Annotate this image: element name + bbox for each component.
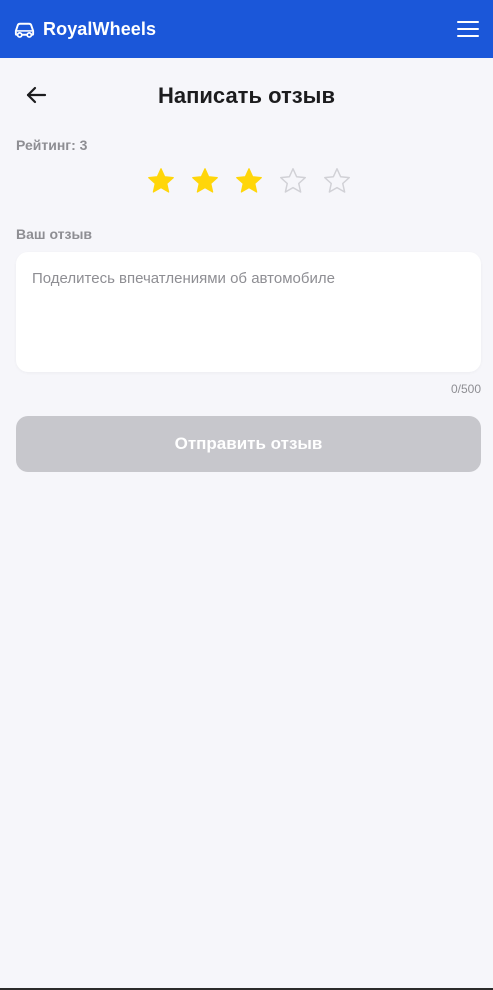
star-filled-icon[interactable] — [190, 166, 220, 196]
menu-line — [457, 21, 479, 23]
review-textarea[interactable] — [16, 252, 481, 372]
arrow-left-icon[interactable] — [24, 84, 48, 106]
character-counter: 0/500 — [450, 382, 481, 396]
star-filled-icon[interactable] — [146, 166, 176, 196]
star-rating-selector — [146, 166, 352, 196]
menu-line — [457, 28, 479, 30]
rating-label: Рейтинг: 3 — [16, 137, 88, 153]
page-title: Написать отзыв — [158, 83, 335, 108]
page-header: Написать отзыв — [0, 80, 493, 112]
star-empty-icon[interactable] — [278, 166, 308, 196]
menu-line — [457, 35, 479, 37]
star-filled-icon[interactable] — [234, 166, 264, 196]
submit-review-button[interactable]: Отправить отзыв — [16, 416, 481, 472]
star-empty-icon[interactable] — [322, 166, 352, 196]
brand-home-link[interactable]: RoyalWheels — [13, 19, 156, 40]
hamburger-menu-icon[interactable] — [457, 20, 479, 38]
brand-name: RoyalWheels — [43, 18, 157, 39]
review-label: Ваш отзыв — [16, 226, 93, 242]
top-navigation-bar: RoyalWheels — [0, 0, 493, 58]
car-icon — [14, 22, 35, 38]
